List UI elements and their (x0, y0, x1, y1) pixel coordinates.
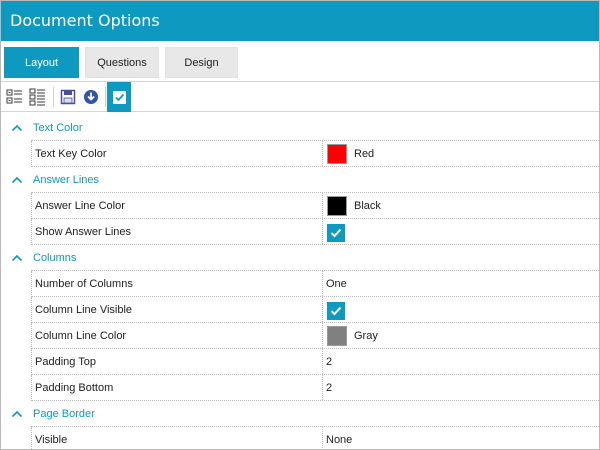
property-name: Show Answer Lines (35, 226, 131, 238)
property-value[interactable] (324, 219, 599, 245)
property-value-text: None (326, 434, 353, 446)
property-row-text-key-color[interactable]: Text Key Color Red (31, 141, 599, 167)
show-answer-lines-checkbox[interactable] (327, 224, 345, 242)
property-name: Number of Columns (35, 278, 133, 290)
checkmark-icon (330, 306, 342, 316)
load-icon (84, 90, 98, 104)
property-value[interactable]: 2 (324, 375, 599, 401)
toolbar (1, 82, 599, 112)
color-value-text: Black (354, 200, 381, 212)
collapse-chevron-icon[interactable] (11, 409, 23, 419)
document-options-window: Document Options Layout Questions Design (0, 0, 600, 450)
categorized-view-button[interactable] (4, 86, 26, 108)
color-swatch[interactable] (327, 326, 347, 346)
collapse-chevron-icon[interactable] (11, 253, 23, 263)
collapse-chevron-icon[interactable] (11, 175, 23, 185)
color-swatch[interactable] (327, 144, 347, 164)
property-name: Padding Bottom (35, 382, 114, 394)
save-button[interactable] (57, 86, 79, 108)
property-value[interactable] (324, 297, 599, 323)
property-name: Column Line Visible (35, 304, 133, 316)
property-value[interactable]: Black (324, 193, 599, 219)
property-row-answer-line-color[interactable]: Answer Line Color Black (31, 193, 599, 219)
property-value[interactable]: One (324, 271, 599, 297)
property-row-show-answer-lines[interactable]: Show Answer Lines (31, 219, 599, 245)
tab-layout[interactable]: Layout (4, 47, 79, 78)
alphabetical-view-button[interactable] (27, 86, 49, 108)
property-row-padding-bottom[interactable]: Padding Bottom 2 (31, 375, 599, 401)
toolbar-separator (53, 87, 54, 107)
column-line-visible-checkbox[interactable] (327, 302, 345, 320)
property-value[interactable]: Red (324, 141, 599, 167)
load-button[interactable] (80, 86, 102, 108)
property-value[interactable]: 2 (324, 349, 599, 375)
property-value-text: 2 (326, 382, 333, 394)
checkbox-toggle-icon (112, 90, 126, 104)
tab-design[interactable]: Design (165, 47, 238, 78)
property-row-number-of-columns[interactable]: Number of Columns One (31, 271, 599, 297)
property-row-column-line-visible[interactable]: Column Line Visible (31, 297, 599, 323)
category-columns[interactable]: Columns (1, 245, 599, 271)
property-name: Answer Line Color (35, 200, 125, 212)
property-value[interactable]: Gray (324, 323, 599, 349)
collapse-chevron-icon[interactable] (11, 123, 23, 133)
property-row-column-line-color[interactable]: Column Line Color Gray (31, 323, 599, 349)
property-name: Visible (35, 434, 68, 446)
toolbar-separator (105, 87, 106, 107)
property-value-text: 2 (326, 356, 333, 368)
category-text-color[interactable]: Text Color (1, 115, 599, 141)
category-label: Answer Lines (33, 174, 100, 186)
property-name: Padding Top (35, 356, 96, 368)
tab-questions[interactable]: Questions (85, 47, 159, 78)
color-value-text: Red (354, 148, 375, 160)
property-name: Text Key Color (35, 148, 107, 160)
checkbox-toggle-button[interactable] (107, 82, 131, 112)
property-row-padding-top[interactable]: Padding Top 2 (31, 349, 599, 375)
property-value-text: One (326, 278, 347, 290)
category-label: Text Color (33, 122, 83, 134)
checkmark-icon (330, 228, 342, 238)
color-swatch[interactable] (327, 196, 347, 216)
color-value-text: Gray (354, 330, 378, 342)
property-value[interactable]: None (324, 427, 599, 449)
title-bar: Document Options (1, 1, 599, 41)
category-answer-lines[interactable]: Answer Lines (1, 167, 599, 193)
categorized-view-icon (6, 89, 22, 104)
save-icon (60, 89, 76, 105)
category-label: Columns (33, 252, 77, 264)
tab-strip: Layout Questions Design (1, 41, 599, 82)
window-title: Document Options (10, 11, 160, 30)
property-row-visible[interactable]: Visible None (31, 427, 599, 449)
category-page-border[interactable]: Page Border (1, 401, 599, 427)
property-name: Column Line Color (35, 330, 127, 342)
category-label: Page Border (33, 408, 95, 420)
alphabetical-view-icon (29, 88, 45, 106)
